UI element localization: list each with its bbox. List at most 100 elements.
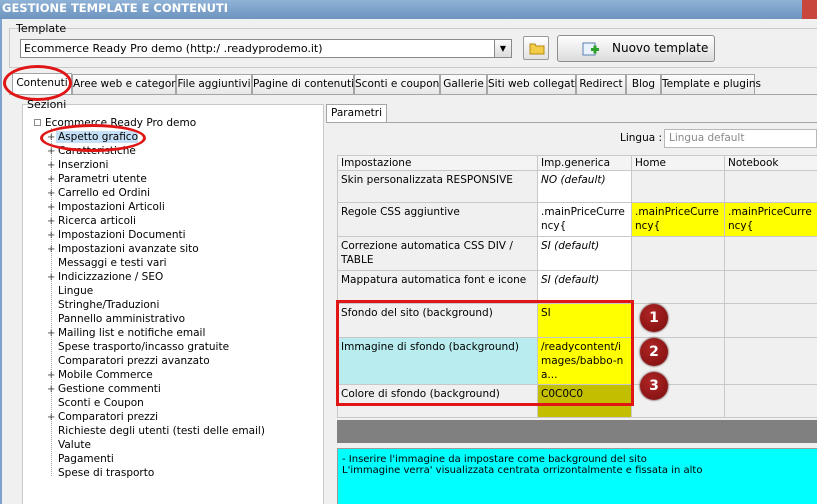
- tabs-divider: [9, 94, 817, 95]
- setting-notebook-value[interactable]: [724, 337, 817, 385]
- setting-notebook-value[interactable]: [724, 303, 817, 338]
- tree-item[interactable]: + Impostazioni avanzate sito: [47, 242, 199, 256]
- parametri-divider: [326, 122, 817, 123]
- expand-icon[interactable]: +: [47, 271, 56, 285]
- template-select[interactable]: Ecommerce Ready Pro demo (http:/ .readyp…: [20, 39, 512, 58]
- expand-icon[interactable]: +: [47, 187, 56, 201]
- tree-item-label: Mailing list e notifiche email: [58, 327, 206, 339]
- tab-blog[interactable]: Blog: [626, 74, 661, 94]
- setting-notebook-value[interactable]: .mainPriceCurrency{: [724, 202, 817, 237]
- grid-row[interactable]: Correzione automatica CSS DIV / TABLE SI…: [337, 236, 817, 271]
- column-header: Notebook: [724, 155, 817, 171]
- tree-item[interactable]: Lingue: [47, 284, 93, 298]
- tree-item[interactable]: Comparatori prezzi avanzato: [47, 354, 210, 368]
- setting-home-value[interactable]: .mainPriceCurrency{: [631, 202, 725, 237]
- tree-item[interactable]: + Gestione commenti: [47, 382, 161, 396]
- tree-item[interactable]: + Impostazioni Documenti: [47, 228, 186, 242]
- tree-item[interactable]: + Comparatori prezzi: [47, 410, 158, 424]
- tree-item-label: Pagamenti: [58, 453, 114, 465]
- grid-row[interactable]: Skin personalizzata RESPONSIVE NO (defau…: [337, 170, 817, 203]
- expand-icon[interactable]: +: [47, 159, 56, 173]
- setting-notebook-value[interactable]: [724, 384, 817, 418]
- dropdown-arrow-icon[interactable]: ▼: [494, 40, 511, 57]
- window-close-button[interactable]: [802, 0, 817, 19]
- tree-item[interactable]: Messaggi e testi vari: [47, 256, 167, 270]
- setting-home-value[interactable]: [631, 236, 725, 271]
- expand-icon[interactable]: +: [47, 327, 56, 341]
- tab-file-aggiuntivi[interactable]: File aggiuntivi: [176, 74, 252, 94]
- expand-icon[interactable]: +: [47, 229, 56, 243]
- tab-pagine-contenuti[interactable]: Pagine di contenuti: [252, 74, 354, 94]
- tree-item[interactable]: + Indicizzazione / SEO: [47, 270, 163, 284]
- tree-item[interactable]: Spese trasporto/incasso gratuite: [47, 340, 229, 354]
- tree-item[interactable]: Spese di trasporto: [47, 466, 154, 480]
- annotation-badge-3: 3: [640, 372, 668, 400]
- annotation-circle-tab: [3, 65, 72, 101]
- expand-icon[interactable]: +: [47, 383, 56, 397]
- tree-item[interactable]: Pagamenti: [47, 452, 114, 466]
- tree-item-label: Gestione commenti: [58, 383, 161, 395]
- setting-notebook-value[interactable]: [724, 236, 817, 271]
- setting-home-value[interactable]: [631, 170, 725, 203]
- setting-home-value[interactable]: [631, 270, 725, 304]
- column-header: Impostazione: [337, 155, 538, 171]
- tree-item[interactable]: Valute: [47, 438, 91, 452]
- lingua-select[interactable]: Lingua default: [664, 129, 817, 148]
- grid-footer-bar: [337, 420, 817, 443]
- new-template-button[interactable]: Nuovo template: [557, 35, 715, 62]
- tree-item-label: Carrello ed Ordini: [58, 187, 151, 199]
- tree-item-label: Mobile Commerce: [58, 369, 153, 381]
- collapse-icon[interactable]: [34, 119, 41, 126]
- grid-row[interactable]: Regole CSS aggiuntive .mainPriceCurrency…: [337, 202, 817, 237]
- open-folder-button[interactable]: [523, 36, 549, 60]
- tree-item[interactable]: + Carrello ed Ordini: [47, 186, 150, 200]
- tab-parametri[interactable]: Parametri: [326, 104, 387, 123]
- template-group-label: Template: [16, 22, 67, 35]
- tab-gallerie[interactable]: Gallerie: [440, 74, 487, 94]
- tree-item[interactable]: + Ricerca articoli: [47, 214, 136, 228]
- setting-notebook-value[interactable]: [724, 170, 817, 203]
- tab-siti-web-collegati[interactable]: Siti web collegati: [487, 74, 578, 94]
- expand-icon[interactable]: +: [47, 201, 56, 215]
- tree-item-label: Spese trasporto/incasso gratuite: [58, 341, 230, 353]
- window-title: GESTIONE TEMPLATE E CONTENUTI: [2, 1, 229, 15]
- expand-icon[interactable]: +: [47, 215, 56, 229]
- tree-item[interactable]: + Parametri utente: [47, 172, 147, 186]
- setting-generic-value[interactable]: SI (default): [537, 236, 632, 271]
- tab-redirect[interactable]: Redirect: [576, 74, 626, 94]
- setting-label: Mappatura automatica font e icone: [337, 270, 538, 304]
- tree-item[interactable]: Sconti e Coupon: [47, 396, 144, 410]
- sezioni-label: Sezioni: [27, 98, 67, 111]
- setting-generic-value[interactable]: NO (default): [537, 170, 632, 203]
- grid-row[interactable]: Mappatura automatica font e icone SI (de…: [337, 270, 817, 304]
- setting-notebook-value[interactable]: [724, 270, 817, 304]
- tree-item[interactable]: Stringhe/Traduzioni: [47, 298, 159, 312]
- expand-icon[interactable]: +: [47, 369, 56, 383]
- tree-item[interactable]: Richieste degli utenti (testi delle emai…: [47, 424, 265, 438]
- setting-generic-value[interactable]: .mainPriceCurrency{: [537, 202, 632, 237]
- lingua-label: Lingua :: [620, 132, 663, 144]
- tree-item[interactable]: + Impostazioni Articoli: [47, 200, 165, 214]
- tab-sconti-coupon[interactable]: Sconti e coupon: [354, 74, 440, 94]
- setting-label: Correzione automatica CSS DIV / TABLE: [337, 236, 538, 271]
- setting-generic-value[interactable]: SI (default): [537, 270, 632, 304]
- help-line: - Inserire l'immagine da impostare come …: [342, 454, 647, 465]
- tree-item-label: Comparatori prezzi: [58, 411, 159, 423]
- grid-header-row: Impostazione Imp.generica Home Notebook: [337, 155, 817, 171]
- tree-item[interactable]: + Mobile Commerce: [47, 368, 153, 382]
- annotation-badge-1: 1: [640, 304, 668, 332]
- help-box: - Inserire l'immagine da impostare come …: [337, 448, 817, 504]
- tree-item[interactable]: Pannello amministrativo: [47, 312, 185, 326]
- window-frame: [0, 19, 2, 504]
- tree-item-label: Stringhe/Traduzioni: [58, 299, 160, 311]
- tree-item[interactable]: + Inserzioni: [47, 158, 108, 172]
- expand-icon[interactable]: +: [47, 411, 56, 425]
- annotation-rectangle: [336, 300, 634, 406]
- tab-template-plugins[interactable]: Template e plugins: [661, 74, 761, 94]
- expand-icon[interactable]: +: [47, 173, 56, 187]
- tab-aree-web[interactable]: Aree web e categorie: [72, 74, 185, 94]
- tree-item-label: Inserzioni: [58, 159, 109, 171]
- tree-item[interactable]: + Mailing list e notifiche email: [47, 326, 205, 340]
- tree-item-label: Richieste degli utenti (testi delle emai…: [58, 425, 265, 437]
- expand-icon[interactable]: +: [47, 243, 56, 257]
